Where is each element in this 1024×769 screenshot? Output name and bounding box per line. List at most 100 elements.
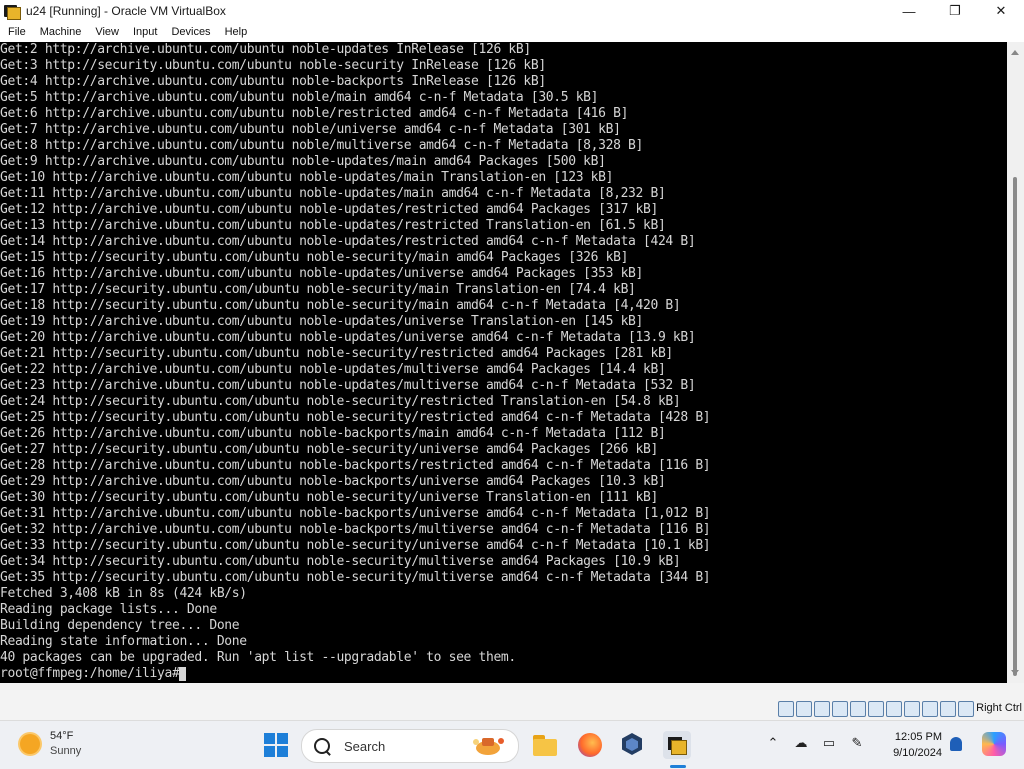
host-key-label[interactable]: Right Ctrl — [976, 702, 1022, 714]
menu-machine[interactable]: Machine — [34, 26, 88, 38]
search-icon — [314, 738, 330, 754]
taskbar-clock[interactable]: 12:05 PM 9/10/2024 — [884, 729, 942, 761]
mouse-integration-icon[interactable] — [940, 701, 956, 717]
terminal-line: 40 packages can be upgraded. Run 'apt li… — [0, 650, 516, 665]
search-highlight-icon — [473, 738, 504, 755]
virtualbox-app-icon — [4, 3, 21, 20]
cpu-icon[interactable] — [922, 701, 938, 717]
menu-devices[interactable]: Devices — [165, 26, 216, 38]
terminal-output: Get:2 http://archive.ubuntu.com/ubuntu n… — [0, 42, 1007, 666]
terminal-prompt-line[interactable]: root@ffmpeg:/home/iliya# — [0, 666, 1007, 682]
terminal-line: Get:6 http://archive.ubuntu.com/ubuntu n… — [0, 106, 629, 121]
file-explorer-icon[interactable] — [531, 731, 559, 759]
menu-bar: File Machine View Input Devices Help — [0, 22, 1024, 42]
recording-icon[interactable] — [904, 701, 920, 717]
terminal-line: Get:2 http://archive.ubuntu.com/ubuntu n… — [0, 42, 531, 57]
window-title: u24 [Running] - Oracle VM VirtualBox — [26, 4, 226, 18]
terminal-line: Get:4 http://archive.ubuntu.com/ubuntu n… — [0, 74, 546, 89]
menu-view[interactable]: View — [89, 26, 125, 38]
weather-condition: Sunny — [50, 745, 82, 757]
terminal-line: Get:26 http://archive.ubuntu.com/ubuntu … — [0, 426, 666, 441]
maximize-button[interactable]: ❐ — [932, 0, 978, 22]
shared-folder-icon[interactable] — [868, 701, 884, 717]
terminal-line: Get:33 http://security.ubuntu.com/ubuntu… — [0, 538, 711, 553]
scroll-up-icon[interactable] — [1011, 50, 1019, 55]
terminal-line: Get:14 http://archive.ubuntu.com/ubuntu … — [0, 234, 696, 249]
hard-disk-icon[interactable] — [778, 701, 794, 717]
clock-time: 12:05 PM — [894, 731, 942, 743]
menu-file[interactable]: File — [2, 26, 32, 38]
terminal-line: Get:3 http://security.ubuntu.com/ubuntu … — [0, 58, 546, 73]
terminal-line: Get:23 http://archive.ubuntu.com/ubuntu … — [0, 378, 696, 393]
audio-icon[interactable] — [814, 701, 830, 717]
terminal-line: Get:22 http://archive.ubuntu.com/ubuntu … — [0, 362, 666, 377]
notification-bell-icon[interactable] — [950, 737, 962, 751]
terminal-line: Get:27 http://security.ubuntu.com/ubuntu… — [0, 442, 658, 457]
weather-widget[interactable]: 54°F Sunny — [20, 729, 81, 759]
terminal-line: Fetched 3,408 kB in 8s (424 kB/s) — [0, 586, 247, 601]
terminal-line: Get:34 http://security.ubuntu.com/ubuntu… — [0, 554, 681, 569]
terminal-line: Reading state information... Done — [0, 634, 247, 649]
windows-start-icon[interactable] — [264, 733, 288, 757]
search-placeholder: Search — [344, 738, 386, 754]
terminal-line: Reading package lists... Done — [0, 602, 217, 617]
terminal-line: Get:32 http://archive.ubuntu.com/ubuntu … — [0, 522, 711, 537]
close-button[interactable]: ✕ — [978, 0, 1024, 22]
terminal-line: Get:16 http://archive.ubuntu.com/ubuntu … — [0, 266, 643, 281]
clock-date: 9/10/2024 — [893, 747, 942, 759]
terminal-line: Get:13 http://archive.ubuntu.com/ubuntu … — [0, 218, 666, 233]
menu-input[interactable]: Input — [127, 26, 163, 38]
terminal-line: Building dependency tree... Done — [0, 618, 240, 633]
terminal-line: Get:21 http://security.ubuntu.com/ubuntu… — [0, 346, 673, 361]
scrollbar-thumb[interactable] — [1013, 177, 1017, 676]
terminal-line: Get:20 http://archive.ubuntu.com/ubuntu … — [0, 330, 696, 345]
terminal-line: Get:35 http://security.ubuntu.com/ubuntu… — [0, 570, 711, 585]
cloud-offline-icon[interactable]: ☁ — [793, 735, 809, 751]
vm-terminal-screen[interactable]: Get:2 http://archive.ubuntu.com/ubuntu n… — [0, 42, 1007, 683]
firefox-icon[interactable] — [576, 731, 604, 759]
terminal-line: Get:24 http://security.ubuntu.com/ubuntu… — [0, 394, 681, 409]
sun-icon — [20, 734, 40, 754]
display-icon[interactable]: ▭ — [821, 735, 837, 751]
windows-taskbar: 54°F Sunny Search ⌃ ☁ ▭ ✎ 12:05 PM 9/10/… — [0, 720, 1024, 769]
terminal-line: Get:11 http://archive.ubuntu.com/ubuntu … — [0, 186, 666, 201]
terminal-line: Get:5 http://archive.ubuntu.com/ubuntu n… — [0, 90, 599, 105]
terminal-line: Get:8 http://archive.ubuntu.com/ubuntu n… — [0, 138, 643, 153]
optical-drive-icon[interactable] — [796, 701, 812, 717]
system-tray: ⌃ ☁ ▭ ✎ — [765, 735, 865, 751]
terminal-line: Get:28 http://archive.ubuntu.com/ubuntu … — [0, 458, 711, 473]
terminal-line: Get:30 http://security.ubuntu.com/ubuntu… — [0, 490, 658, 505]
vm-window-taskbar-icon[interactable] — [663, 731, 691, 759]
usb-icon[interactable] — [850, 701, 866, 717]
copilot-icon[interactable] — [982, 732, 1006, 756]
terminal-line: Get:19 http://archive.ubuntu.com/ubuntu … — [0, 314, 643, 329]
chevron-up-icon[interactable]: ⌃ — [765, 735, 781, 751]
window-controls: — ❐ ✕ — [886, 0, 1024, 22]
terminal-line: Get:18 http://security.ubuntu.com/ubuntu… — [0, 298, 681, 313]
keyboard-icon[interactable] — [958, 701, 974, 717]
terminal-line: Get:25 http://security.ubuntu.com/ubuntu… — [0, 410, 711, 425]
scroll-down-icon[interactable] — [1011, 670, 1019, 675]
virtualbox-manager-icon[interactable] — [618, 731, 646, 759]
minimize-button[interactable]: — — [886, 0, 932, 22]
pen-icon[interactable]: ✎ — [849, 735, 865, 751]
menu-help[interactable]: Help — [219, 26, 254, 38]
terminal-line: Get:10 http://archive.ubuntu.com/ubuntu … — [0, 170, 614, 185]
terminal-line: Get:15 http://security.ubuntu.com/ubuntu… — [0, 250, 629, 265]
terminal-line: Get:31 http://archive.ubuntu.com/ubuntu … — [0, 506, 711, 521]
terminal-line: Get:17 http://security.ubuntu.com/ubuntu… — [0, 282, 636, 297]
terminal-line: Get:9 http://archive.ubuntu.com/ubuntu n… — [0, 154, 606, 169]
network-icon[interactable] — [832, 701, 848, 717]
terminal-cursor — [179, 667, 187, 681]
status-icons — [778, 701, 974, 717]
taskbar-search-box[interactable]: Search — [301, 729, 519, 763]
weather-temperature: 54°F — [50, 730, 74, 742]
vm-status-bar: Right Ctrl — [0, 683, 1024, 720]
terminal-line: Get:7 http://archive.ubuntu.com/ubuntu n… — [0, 122, 621, 137]
terminal-scrollbar[interactable] — [1007, 42, 1024, 683]
terminal-line: Get:12 http://archive.ubuntu.com/ubuntu … — [0, 202, 658, 217]
terminal-line: Get:29 http://archive.ubuntu.com/ubuntu … — [0, 474, 666, 489]
terminal-prompt: root@ffmpeg:/home/iliya# — [0, 666, 180, 681]
window-title-bar[interactable]: u24 [Running] - Oracle VM VirtualBox — ❐… — [0, 0, 1024, 22]
display-icon[interactable] — [886, 701, 902, 717]
